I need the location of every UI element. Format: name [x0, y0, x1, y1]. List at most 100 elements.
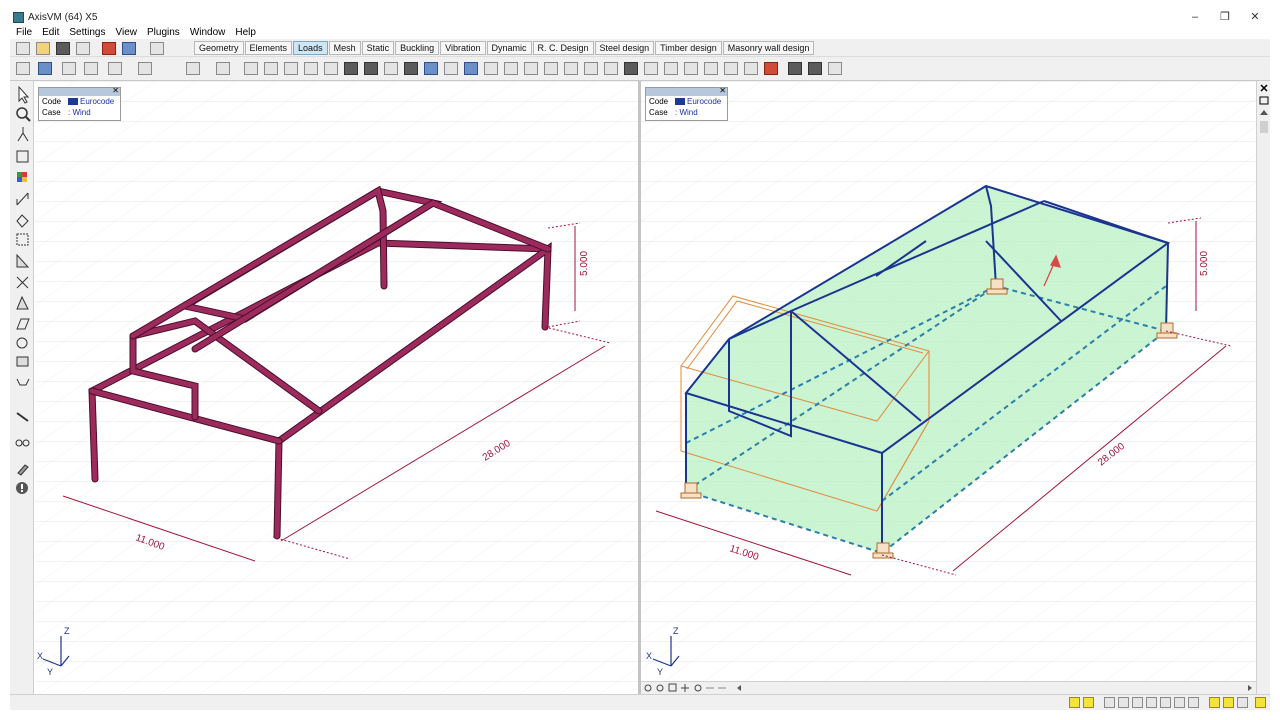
layers-icon[interactable]	[16, 62, 30, 75]
zoom-in-icon[interactable]	[644, 684, 652, 692]
node-icon[interactable]	[16, 214, 29, 228]
dynamic-load-icon[interactable]	[564, 62, 578, 75]
save-icon[interactable]	[56, 42, 70, 55]
menu-view[interactable]: View	[116, 27, 138, 38]
maximize-button[interactable]: ❐	[1210, 10, 1240, 25]
pointer-move-icon[interactable]	[16, 295, 29, 310]
mass-icon[interactable]	[584, 62, 598, 75]
snap-line-icon[interactable]	[1118, 697, 1129, 708]
scroll-up-icon[interactable]	[1260, 110, 1268, 115]
print-icon[interactable]	[76, 42, 90, 55]
surface-load-icon[interactable]	[284, 62, 298, 75]
tab-static[interactable]: Static	[361, 41, 395, 55]
delete-load-icon[interactable]	[788, 62, 802, 75]
load-transfer-icon[interactable]	[664, 62, 678, 75]
dimension-icon[interactable]	[16, 192, 29, 206]
panel-load-icon[interactable]	[344, 62, 358, 75]
wrench-icon[interactable]	[17, 464, 29, 476]
perspective-icon[interactable]	[16, 150, 29, 163]
maximize-view-icon[interactable]	[1259, 96, 1269, 105]
fire-load-icon[interactable]	[764, 62, 778, 75]
load-table-icon[interactable]	[808, 62, 822, 75]
snap-midpoint-icon[interactable]	[1083, 697, 1094, 708]
menu-window[interactable]: Window	[190, 27, 226, 38]
thermal-load-icon[interactable]	[464, 62, 478, 75]
left-view-canvas[interactable]: 11.000 28.000 5.000 Z X Y	[35, 81, 638, 694]
ruler-icon[interactable]	[16, 412, 29, 422]
right-info-window[interactable]: ✕ Code Eurocode Case: Wind	[645, 86, 728, 121]
load-cases-icon[interactable]	[138, 62, 152, 75]
scroll-left-icon[interactable]	[737, 685, 741, 691]
snap-angle-icon[interactable]	[1174, 697, 1185, 708]
fluid-load-icon[interactable]	[384, 62, 398, 75]
beam-load-icon[interactable]	[244, 62, 258, 75]
angle-icon[interactable]	[16, 253, 30, 268]
tab-elements[interactable]: Elements	[244, 41, 293, 55]
support-displacement-icon[interactable]	[484, 62, 498, 75]
snap-domain-icon[interactable]	[1209, 697, 1220, 708]
warning-icon[interactable]	[16, 482, 28, 494]
undo-icon[interactable]	[122, 42, 136, 55]
snow-load-icon[interactable]	[444, 62, 458, 75]
table-icon[interactable]	[62, 62, 76, 75]
right-model-view[interactable]: 11.000 28.000 5.000 Z X Y ✕ Code Eurocode…	[641, 81, 1256, 694]
menu-help[interactable]: Help	[235, 27, 256, 38]
tab-mesh[interactable]: Mesh	[328, 41, 361, 55]
rotate-view-icon[interactable]	[694, 684, 702, 692]
self-weight-icon[interactable]	[404, 62, 418, 75]
scroll-thumb[interactable]	[1260, 121, 1268, 133]
scroll-right-icon[interactable]	[1248, 685, 1252, 691]
menu-settings[interactable]: Settings	[69, 27, 105, 38]
snap-load-icon[interactable]	[1223, 697, 1234, 708]
surface-icon[interactable]	[16, 318, 30, 330]
zoom-out-icon[interactable]	[656, 684, 664, 692]
report-icon[interactable]	[84, 62, 98, 75]
left-model-view[interactable]: 11.000 28.000 5.000 Z X Y ✕ Code Eurocode…	[35, 81, 638, 694]
snap-settings-icon[interactable]	[1237, 697, 1248, 708]
vertical-scrollbar[interactable]	[1256, 81, 1270, 694]
vehicle-load-icon[interactable]	[744, 62, 758, 75]
tab-vibration[interactable]: Vibration	[440, 41, 486, 55]
section-icon[interactable]	[16, 356, 29, 367]
redo-icon[interactable]	[150, 42, 164, 55]
close-button[interactable]: ✕	[1240, 10, 1270, 25]
select-arrow-icon[interactable]	[18, 85, 30, 104]
right-view-canvas[interactable]: 11.000 28.000 5.000 Z X Y	[641, 81, 1256, 694]
info-close-icon[interactable]: ✕	[112, 86, 119, 95]
snap-center-icon[interactable]	[1188, 697, 1199, 708]
minimize-button[interactable]: –	[1180, 10, 1210, 25]
tab-geometry[interactable]: Geometry	[194, 41, 244, 55]
zoom-icon[interactable]	[16, 107, 31, 122]
open-folder-icon[interactable]	[36, 42, 50, 55]
color-coding-icon[interactable]	[17, 172, 27, 182]
edge-load-icon[interactable]	[264, 62, 278, 75]
zoom-fit-icon[interactable]	[668, 683, 677, 692]
glasses-icon[interactable]	[15, 439, 30, 447]
load-panel-icon[interactable]	[644, 62, 658, 75]
close-view-icon[interactable]	[1260, 84, 1268, 92]
snap-perpendicular-icon[interactable]	[1132, 697, 1143, 708]
snap-tangent-icon[interactable]	[1160, 697, 1171, 708]
area-load-icon[interactable]	[304, 62, 318, 75]
tension-only-icon[interactable]	[624, 62, 638, 75]
tab-buckling[interactable]: Buckling	[395, 41, 440, 55]
seismic-icon[interactable]	[544, 62, 558, 75]
line-load-icon[interactable]	[216, 62, 230, 75]
info-close-icon[interactable]: ✕	[719, 86, 726, 95]
tab-rc-design[interactable]: R. C. Design	[532, 41, 594, 55]
tab-loads[interactable]: Loads	[293, 41, 328, 55]
domain-load-icon[interactable]	[324, 62, 338, 75]
load-groups-icon[interactable]	[108, 62, 122, 75]
menu-edit[interactable]: Edit	[42, 27, 59, 38]
intersect-icon[interactable]	[16, 276, 29, 289]
tab-steel-design[interactable]: Steel design	[594, 41, 655, 55]
scale-icon[interactable]	[38, 62, 52, 75]
truck-load-icon[interactable]	[724, 62, 738, 75]
left-info-window[interactable]: ✕ Code Eurocode Case: Wind	[38, 86, 121, 121]
pan-icon[interactable]	[681, 684, 689, 692]
tab-masonry-wall-design[interactable]: Masonry wall design	[722, 41, 815, 55]
crane-load-icon[interactable]	[704, 62, 718, 75]
moving-load-icon[interactable]	[524, 62, 538, 75]
load-settings-icon[interactable]	[828, 62, 842, 75]
stair-load-icon[interactable]	[684, 62, 698, 75]
